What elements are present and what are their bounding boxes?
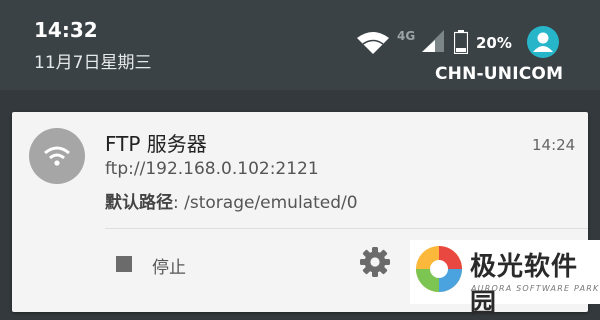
watermark: 极光软件园 AURORA SOFTWARE PARK bbox=[410, 240, 600, 319]
cellular-signal-icon bbox=[422, 30, 444, 52]
carrier-name: CHN-UNICOM bbox=[435, 64, 564, 84]
wifi-icon bbox=[44, 146, 70, 166]
watermark-subtitle: AURORA SOFTWARE PARK bbox=[471, 284, 600, 293]
stop-icon bbox=[116, 256, 132, 272]
wifi-icon bbox=[357, 32, 389, 54]
default-path-label: 默认路径 bbox=[105, 193, 173, 213]
stop-label: 停止 bbox=[152, 258, 186, 278]
notification-title: FTP 服务器 bbox=[105, 132, 207, 156]
ftp-address: ftp://192.168.0.102:2121 bbox=[105, 159, 319, 179]
battery-icon bbox=[454, 30, 468, 54]
battery-percentage: 20% bbox=[476, 34, 512, 52]
default-path-value: : /storage/emulated/0 bbox=[173, 193, 358, 213]
divider bbox=[105, 228, 588, 229]
settings-gear-icon[interactable] bbox=[359, 246, 391, 278]
notification-time: 14:24 bbox=[532, 136, 576, 154]
network-type-label: 4G bbox=[397, 29, 416, 43]
stop-button[interactable]: 停止 bbox=[112, 244, 222, 284]
status-time: 14:32 bbox=[34, 18, 98, 42]
status-date: 11月7日星期三 bbox=[34, 53, 152, 73]
aurora-logo-icon bbox=[416, 246, 462, 292]
default-path: 默认路径: /storage/emulated/0 bbox=[105, 188, 358, 213]
app-icon bbox=[29, 128, 85, 184]
watermark-name: 极光软件园 bbox=[470, 252, 579, 319]
user-avatar-icon[interactable] bbox=[527, 26, 559, 58]
status-bar: 14:32 11月7日星期三 4G 20% CHN-UNICOM bbox=[0, 0, 600, 90]
